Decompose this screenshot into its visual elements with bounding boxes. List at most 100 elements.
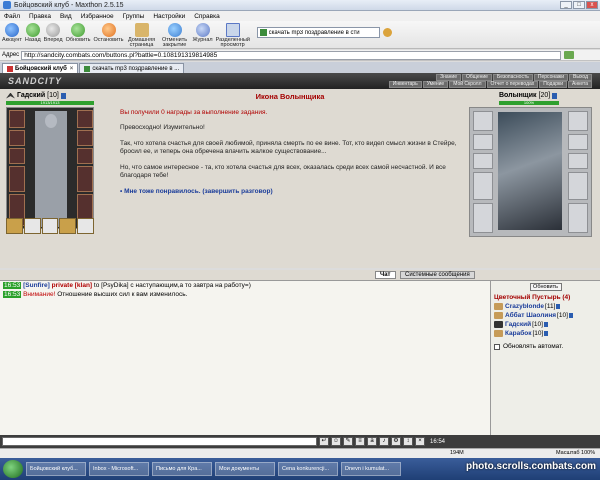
history-button[interactable]: Журнал — [193, 21, 213, 43]
info-icon[interactable] — [543, 322, 548, 327]
nav-transfers[interactable]: Отчет о переводах — [486, 81, 539, 88]
menu-file[interactable]: Файл — [4, 13, 20, 20]
belt-slot[interactable] — [77, 218, 94, 234]
npc-slot — [568, 111, 588, 131]
start-button[interactable] — [3, 460, 23, 478]
belt-slot[interactable] — [59, 218, 77, 234]
auto-refresh-checkbox[interactable] — [494, 343, 500, 350]
nav-skill[interactable]: Умение — [422, 81, 449, 88]
tab-search[interactable]: скачать mp3 поздравление в ... — [79, 63, 185, 73]
menu-help[interactable]: Справка — [194, 13, 220, 20]
tab-system-messages[interactable]: Системные сообщения — [400, 271, 475, 279]
info-icon[interactable] — [544, 331, 549, 336]
info-icon[interactable] — [556, 304, 561, 309]
translit-icon[interactable]: а — [367, 437, 377, 446]
tab-chat[interactable]: Чат — [375, 271, 396, 279]
menu-settings[interactable]: Настройки — [153, 13, 185, 20]
maximize-button[interactable]: □ — [573, 1, 585, 9]
home-button[interactable]: Домашняя страница — [127, 21, 157, 48]
user-nick[interactable]: Аббат Шаолиня — [505, 312, 556, 319]
zoom-level[interactable]: Масштаб 100% — [556, 450, 595, 456]
sound-icon[interactable]: ♪ — [379, 437, 389, 446]
nav-scroll[interactable]: Мой Скролл — [449, 81, 486, 88]
player-name[interactable]: Гадский — [17, 92, 45, 99]
message-target[interactable]: [PsyDika] — [101, 282, 128, 289]
ring-slot[interactable] — [77, 148, 93, 164]
search-input[interactable]: скачать mp3 поздравление в сти — [256, 27, 380, 38]
info-icon[interactable] — [60, 92, 66, 99]
dialog-choice-link[interactable]: • Мне тоже понравилось. (завершить разго… — [120, 188, 460, 195]
minimize-button[interactable]: _ — [560, 1, 572, 9]
user-nick[interactable]: Гадский — [505, 321, 531, 328]
shield-slot[interactable] — [77, 166, 93, 192]
npc-hp-text: 100% — [523, 100, 535, 105]
user-nick[interactable]: Карабок — [505, 330, 532, 337]
game-clock: 16:54 — [430, 438, 446, 445]
taskbar-item[interactable]: Мои документы — [215, 462, 275, 476]
npc-slot — [473, 153, 493, 169]
search-go-icon[interactable] — [382, 28, 392, 37]
smile-icon[interactable]: ☺ — [331, 437, 341, 446]
taskbar-item[interactable]: Dnevn i kumulat... — [341, 462, 401, 476]
message-time[interactable]: 16:53 — [3, 291, 22, 298]
undo-close-button[interactable]: Отменить закрытие — [160, 21, 190, 48]
send-icon[interactable]: ↵ — [319, 437, 329, 446]
chat-tabs: Чат Системные сообщения — [0, 270, 600, 280]
nav-communication[interactable]: Общение — [462, 74, 492, 81]
nav-inventory[interactable]: Инвентарь — [388, 81, 422, 88]
forward-button[interactable]: Вперед — [44, 21, 63, 43]
scroll-icon[interactable]: ↕ — [403, 437, 413, 446]
menu-edit[interactable]: Правка — [29, 13, 51, 20]
belt-slot[interactable] — [6, 218, 23, 234]
online-panel: Обновить Цветочный Пустырь (4) Crazyblon… — [490, 280, 600, 435]
belt-slot[interactable] — [41, 218, 59, 234]
taskbar-item[interactable]: Cena konkurencji... — [278, 462, 338, 476]
nav-gifts[interactable]: Подарки — [539, 81, 568, 88]
split-view-button[interactable]: Разделенный просмотр — [216, 21, 250, 48]
nav-profile[interactable]: Анкета — [568, 81, 592, 88]
nav-characters[interactable]: Персонажи — [533, 74, 569, 81]
awards-text: Вы получили 0 награды за выполнение зада… — [120, 109, 268, 116]
stop-button[interactable]: Остановить — [94, 21, 124, 43]
belt-slot[interactable] — [23, 218, 41, 234]
user-nick[interactable]: Crazyblonde — [505, 303, 544, 310]
npc-name[interactable]: Волынщик — [499, 92, 537, 99]
chat-message-input[interactable] — [2, 437, 317, 446]
back-button[interactable]: Назад — [25, 21, 41, 43]
go-icon[interactable] — [564, 51, 575, 59]
settings-icon[interactable]: ⚙ — [391, 437, 401, 446]
menu-groups[interactable]: Группы — [123, 13, 145, 20]
taskbar-item[interactable]: Inbox - Microsoft... — [89, 462, 149, 476]
menu-favorites[interactable]: Избранное — [81, 13, 114, 20]
taskbar-item[interactable]: Бойцовский клуб... — [26, 462, 86, 476]
earring-slot[interactable] — [9, 130, 25, 146]
account-button[interactable]: Аккаунт — [2, 21, 22, 43]
refresh-online-button[interactable]: Обновить — [529, 283, 562, 291]
weapon-slot[interactable] — [9, 166, 25, 192]
nav-exit[interactable]: Выход — [569, 74, 592, 81]
info-icon[interactable] — [552, 92, 558, 99]
tab-close-icon[interactable]: × — [70, 66, 74, 72]
refresh-button[interactable]: Обновить — [66, 21, 91, 43]
message-time[interactable]: 16:53 — [3, 282, 22, 289]
message-sender[interactable]: [Sunfire] — [23, 282, 50, 289]
stop-label: Остановить — [93, 37, 124, 43]
menu-view[interactable]: Вид — [60, 13, 72, 20]
nav-knowledge[interactable]: Знание — [436, 74, 462, 81]
filter-icon[interactable]: ≡ — [355, 437, 365, 446]
taskbar-item[interactable]: Письмо для Кра... — [152, 462, 212, 476]
user-level: [10] — [532, 321, 543, 328]
helmet-slot[interactable] — [9, 110, 25, 128]
npc-slot — [568, 134, 588, 150]
info-icon[interactable] — [568, 313, 573, 318]
clear-icon[interactable]: ✎ — [343, 437, 353, 446]
exit-chat-icon[interactable]: × — [415, 437, 425, 446]
ring-slot[interactable] — [77, 130, 93, 146]
bracer-slot[interactable] — [77, 110, 93, 128]
close-button[interactable]: x — [586, 1, 598, 9]
url-field[interactable]: http://sandcity.combats.com/buttons.pl?b… — [21, 50, 562, 60]
tab-combats[interactable]: Бойцовский клуб × — [2, 63, 79, 73]
amulet-slot[interactable] — [9, 148, 25, 164]
nav-security[interactable]: Безопасность — [492, 74, 533, 81]
auto-refresh-toggle[interactable]: Обновлять автомат. — [494, 343, 600, 350]
